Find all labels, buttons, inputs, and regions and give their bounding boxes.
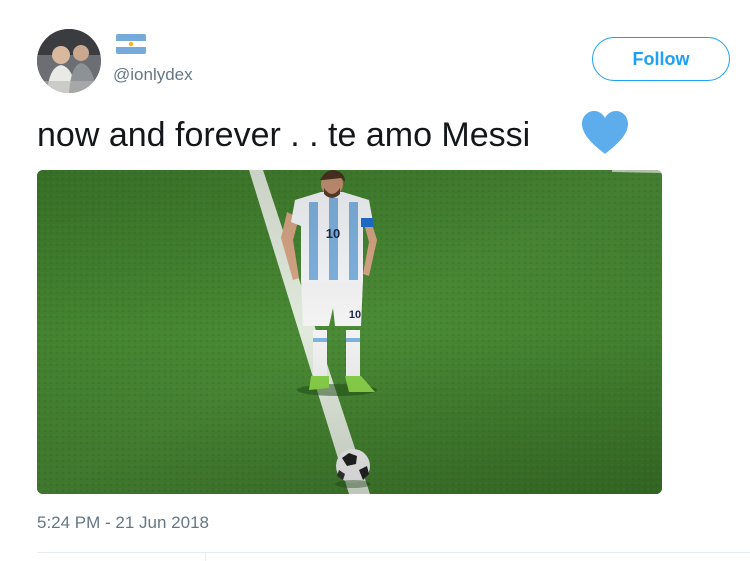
tweet-text: now and forever . . te amo Messi: [37, 116, 531, 154]
tweet-photo[interactable]: 10 10: [37, 170, 662, 494]
user-handle[interactable]: @ionlydex: [113, 65, 193, 85]
divider: [37, 552, 750, 553]
follow-button[interactable]: Follow: [592, 37, 730, 81]
blue-heart-icon: [580, 110, 630, 156]
argentina-flag-icon: [116, 34, 146, 54]
avatar[interactable]: [37, 29, 101, 93]
avatar-image: [37, 29, 101, 93]
photo-messi-penalty: 10 10: [37, 170, 662, 494]
divider-tick: [205, 552, 206, 561]
tweet-timestamp[interactable]: 5:24 PM - 21 Jun 2018: [37, 513, 209, 533]
